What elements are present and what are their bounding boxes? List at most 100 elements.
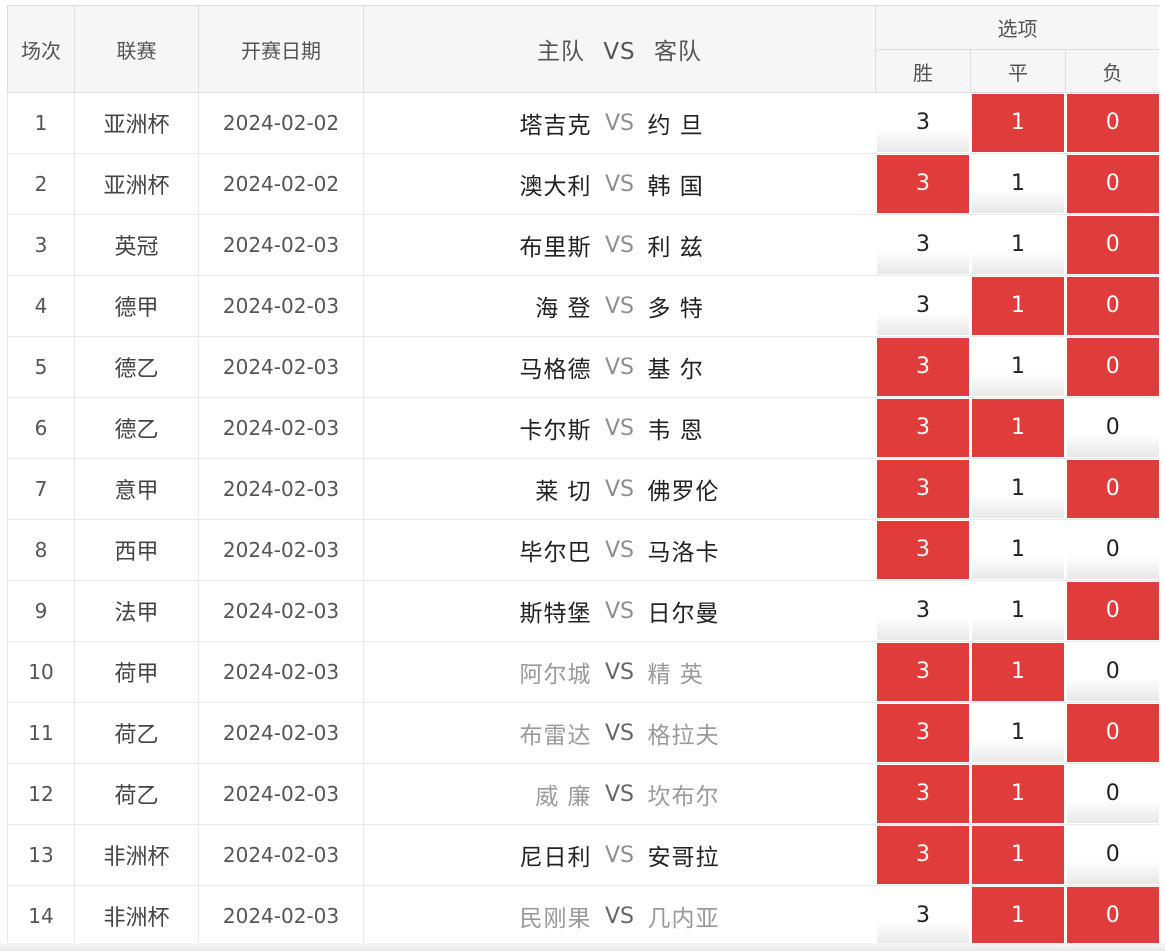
match-teams: 民刚果 VS 几内亚 xyxy=(363,885,876,947)
home-team: 澳大利 xyxy=(519,174,592,200)
away-team: 坎布尔 xyxy=(647,784,720,810)
away-team: 马洛卡 xyxy=(647,540,720,566)
option-win-button[interactable]: 3 xyxy=(877,582,969,640)
home-team: 威 廉 xyxy=(535,784,592,810)
match-date: 2024-02-03 xyxy=(198,885,364,947)
vs-label: VS xyxy=(604,110,634,136)
option-lose-button[interactable]: 0 xyxy=(1067,460,1159,518)
vs-label: VS xyxy=(604,537,634,563)
header-lose: 负 xyxy=(1064,49,1161,93)
option-draw-cell: 1 xyxy=(970,275,1066,337)
vs-label: VS xyxy=(604,842,634,868)
match-teams: 塔吉克 VS 约 旦 xyxy=(363,92,876,154)
option-draw-button[interactable]: 1 xyxy=(972,155,1064,213)
match-date: 2024-02-03 xyxy=(198,519,364,581)
option-draw-cell: 1 xyxy=(970,824,1066,886)
option-win-button[interactable]: 3 xyxy=(877,338,969,396)
option-lose-button[interactable]: 0 xyxy=(1067,399,1159,457)
option-lose-cell: 0 xyxy=(1064,92,1160,154)
header-vs: VS xyxy=(603,39,636,65)
match-number: 5 xyxy=(7,336,75,398)
option-draw-button[interactable]: 1 xyxy=(972,460,1064,518)
home-team: 民刚果 xyxy=(519,906,592,932)
option-lose-cell: 0 xyxy=(1064,641,1160,703)
right-edge xyxy=(1159,0,1165,951)
away-team: 约 旦 xyxy=(647,113,704,139)
match-number: 2 xyxy=(7,153,75,215)
option-win-cell: 3 xyxy=(875,824,971,886)
option-win-cell: 3 xyxy=(875,275,971,337)
vs-label: VS xyxy=(604,171,634,197)
option-win-button[interactable]: 3 xyxy=(877,460,969,518)
away-team: 安哥拉 xyxy=(647,845,720,871)
match-teams-inner: 海 登 VS 多 特 xyxy=(364,276,875,336)
match-teams: 卡尔斯 VS 韦 恩 xyxy=(363,397,876,459)
home-team: 尼日利 xyxy=(519,845,592,871)
option-win-button[interactable]: 3 xyxy=(877,521,969,579)
table-row: 12 荷乙 2024-02-03 威 廉 VS 坎布尔 3 1 0 xyxy=(7,763,1160,825)
header-league: 联赛 xyxy=(74,5,199,93)
option-win-button[interactable]: 3 xyxy=(877,277,969,335)
option-draw-cell: 1 xyxy=(970,336,1066,398)
option-lose-cell: 0 xyxy=(1064,885,1160,947)
option-draw-button[interactable]: 1 xyxy=(972,887,1064,945)
option-win-button[interactable]: 3 xyxy=(877,399,969,457)
option-draw-cell: 1 xyxy=(970,580,1066,642)
header-date: 开赛日期 xyxy=(198,5,364,93)
option-lose-button[interactable]: 0 xyxy=(1067,765,1159,823)
option-draw-button[interactable]: 1 xyxy=(972,521,1064,579)
option-draw-button[interactable]: 1 xyxy=(972,216,1064,274)
option-lose-button[interactable]: 0 xyxy=(1067,887,1159,945)
option-lose-button[interactable]: 0 xyxy=(1067,277,1159,335)
option-lose-button[interactable]: 0 xyxy=(1067,94,1159,152)
option-draw-button[interactable]: 1 xyxy=(972,399,1064,457)
option-draw-button[interactable]: 1 xyxy=(972,826,1064,884)
option-lose-button[interactable]: 0 xyxy=(1067,338,1159,396)
option-draw-button[interactable]: 1 xyxy=(972,643,1064,701)
away-team: 精 英 xyxy=(647,662,704,688)
match-teams: 威 廉 VS 坎布尔 xyxy=(363,763,876,825)
vs-label: VS xyxy=(604,903,634,929)
option-draw-cell: 1 xyxy=(970,641,1066,703)
match-number: 8 xyxy=(7,519,75,581)
away-team: 韩 国 xyxy=(647,174,704,200)
option-win-button[interactable]: 3 xyxy=(877,216,969,274)
option-win-cell: 3 xyxy=(875,641,971,703)
match-teams: 尼日利 VS 安哥拉 xyxy=(363,824,876,886)
option-lose-button[interactable]: 0 xyxy=(1067,826,1159,884)
option-win-button[interactable]: 3 xyxy=(877,826,969,884)
table-row: 5 德乙 2024-02-03 马格德 VS 基 尔 310 xyxy=(7,336,1160,398)
option-draw-button[interactable]: 1 xyxy=(972,704,1064,762)
league-name: 德甲 xyxy=(74,275,199,337)
option-win-button[interactable]: 3 xyxy=(877,887,969,945)
option-draw-button[interactable]: 1 xyxy=(972,765,1064,823)
option-draw-button[interactable]: 1 xyxy=(972,277,1064,335)
option-lose-button[interactable]: 0 xyxy=(1067,521,1159,579)
option-lose-cell: 0 xyxy=(1064,336,1160,398)
match-teams-inner: 斯特堡 VS 日尔曼 xyxy=(364,581,875,641)
header-home: 主队 xyxy=(537,39,586,65)
option-win-button[interactable]: 3 xyxy=(877,643,969,701)
option-lose-button[interactable]: 0 xyxy=(1067,582,1159,640)
league-name: 英冠 xyxy=(74,214,199,276)
option-win-cell: 3 xyxy=(875,702,971,764)
option-draw-button[interactable]: 1 xyxy=(972,582,1064,640)
league-name: 西甲 xyxy=(74,519,199,581)
option-win-button[interactable]: 3 xyxy=(877,94,969,152)
option-draw-button[interactable]: 1 xyxy=(972,94,1064,152)
home-team: 毕尔巴 xyxy=(519,540,592,566)
away-team: 利 兹 xyxy=(647,235,704,261)
option-draw-button[interactable]: 1 xyxy=(972,338,1064,396)
match-teams: 毕尔巴 VS 马洛卡 xyxy=(363,519,876,581)
match-date: 2024-02-03 xyxy=(198,214,364,276)
option-lose-button[interactable]: 0 xyxy=(1067,155,1159,213)
option-lose-button[interactable]: 0 xyxy=(1067,704,1159,762)
match-number: 13 xyxy=(7,824,75,886)
option-draw-cell: 1 xyxy=(970,763,1066,825)
match-number: 10 xyxy=(7,641,75,703)
option-win-button[interactable]: 3 xyxy=(877,155,969,213)
option-lose-button[interactable]: 0 xyxy=(1067,643,1159,701)
option-win-button[interactable]: 3 xyxy=(877,765,969,823)
option-win-button[interactable]: 3 xyxy=(877,704,969,762)
option-lose-button[interactable]: 0 xyxy=(1067,216,1159,274)
